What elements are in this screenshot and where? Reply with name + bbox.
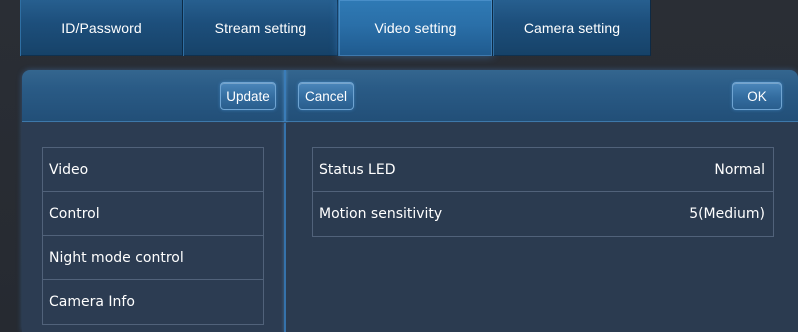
tab-id-password[interactable]: ID/Password bbox=[20, 0, 183, 56]
sidebar: Video Control Night mode control Camera … bbox=[22, 123, 284, 332]
cancel-button[interactable]: Cancel bbox=[298, 82, 354, 110]
tab-camera-setting[interactable]: Camera setting bbox=[493, 0, 651, 56]
sidebar-item-camera-info[interactable]: Camera Info bbox=[43, 280, 263, 324]
setting-label: Motion sensitivity bbox=[319, 206, 443, 222]
sidebar-item-control[interactable]: Control bbox=[43, 192, 263, 236]
motion-sensitivity-value[interactable]: 5(Medium) bbox=[689, 206, 765, 222]
setting-row-motion-sensitivity[interactable]: Motion sensitivity 5(Medium) bbox=[313, 192, 773, 236]
update-button[interactable]: Update bbox=[220, 82, 276, 110]
status-led-value[interactable]: Normal bbox=[714, 162, 765, 178]
toolbar: Update Cancel OK bbox=[22, 70, 798, 122]
settings-panel: Update Cancel OK Video Control Night mod… bbox=[22, 70, 798, 332]
tab-stream-setting[interactable]: Stream setting bbox=[183, 0, 338, 56]
sidebar-item-night-mode-control[interactable]: Night mode control bbox=[43, 236, 263, 280]
camera-settings-window: ID/Password Stream setting Video setting… bbox=[0, 0, 798, 332]
setting-label: Status LED bbox=[319, 161, 396, 178]
ok-button[interactable]: OK bbox=[732, 82, 782, 110]
toolbar-divider bbox=[284, 70, 286, 122]
sidebar-item-video[interactable]: Video bbox=[43, 148, 263, 192]
sidebar-list: Video Control Night mode control Camera … bbox=[42, 147, 264, 325]
tab-bar: ID/Password Stream setting Video setting… bbox=[8, 0, 788, 56]
settings-list: Status LED Normal Motion sensitivity 5(M… bbox=[312, 147, 774, 237]
tab-video-setting[interactable]: Video setting bbox=[338, 0, 493, 56]
setting-row-status-led[interactable]: Status LED Normal bbox=[313, 148, 773, 192]
settings-content: Status LED Normal Motion sensitivity 5(M… bbox=[286, 123, 798, 332]
